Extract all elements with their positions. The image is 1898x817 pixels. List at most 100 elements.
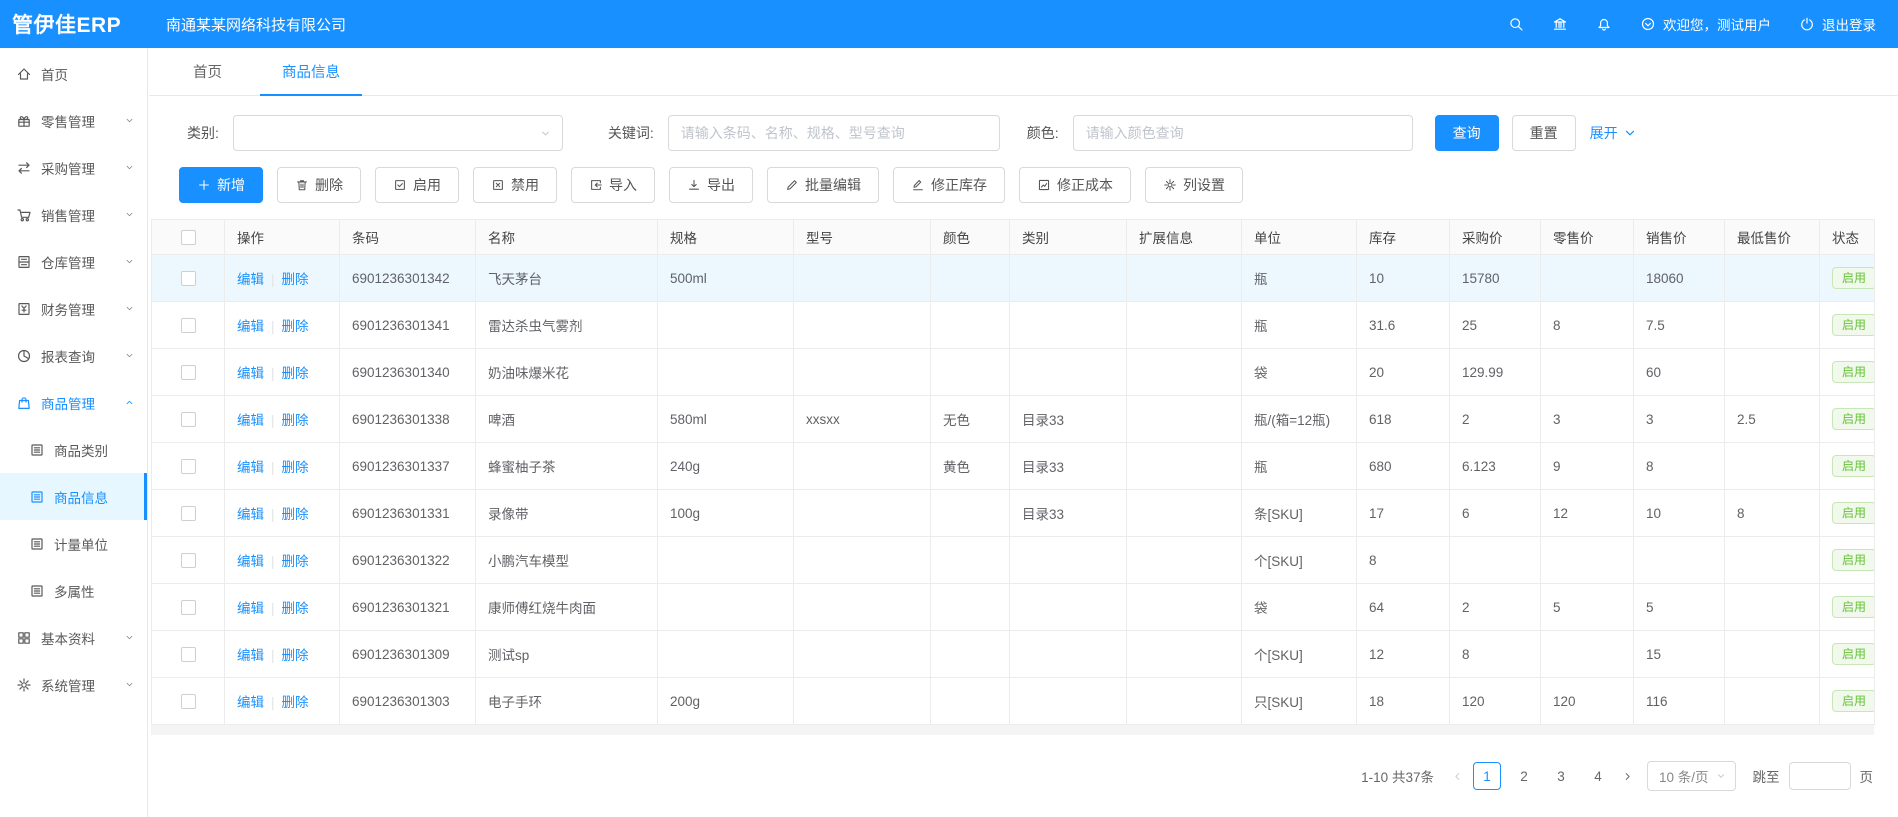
sidebar-item-多属性[interactable]: 多属性 xyxy=(0,567,147,614)
delete-link[interactable]: 删除 xyxy=(282,695,309,710)
sidebar-item-基本资料[interactable]: 基本资料 xyxy=(0,614,147,661)
search-button[interactable]: 查询 xyxy=(1435,115,1499,151)
tab-首页[interactable]: 首页 xyxy=(171,48,244,95)
delete-link[interactable]: 删除 xyxy=(282,460,309,475)
prev-page-button[interactable] xyxy=(1451,770,1464,783)
select-arrow-icon xyxy=(1715,770,1727,782)
page-size-select[interactable]: 10 条/页 xyxy=(1647,761,1736,791)
chevron-down-icon xyxy=(124,115,135,126)
sidebar-item-label: 零售管理 xyxy=(41,111,95,131)
page-number-4[interactable]: 4 xyxy=(1584,762,1612,790)
sidebar-item-label: 商品类别 xyxy=(54,440,108,460)
sidebar-item-商品管理[interactable]: 商品管理 xyxy=(0,379,147,426)
sidebar-item-首页[interactable]: 首页 xyxy=(0,50,147,97)
jump-to-input[interactable] xyxy=(1789,762,1851,790)
edit-link[interactable]: 编辑 xyxy=(237,554,264,569)
row-checkbox[interactable] xyxy=(181,318,196,333)
column-header-名称: 名称 xyxy=(476,220,658,255)
row-checkbox[interactable] xyxy=(181,694,196,709)
edit-link[interactable]: 编辑 xyxy=(237,319,264,334)
keyword-label: 关键词: xyxy=(608,123,654,143)
category-select[interactable] xyxy=(233,115,563,151)
sidebar-item-财务管理[interactable]: 财务管理 xyxy=(0,285,147,332)
chevron-down-icon xyxy=(124,679,135,690)
action-separator: | xyxy=(271,648,275,663)
toolbar-button-导入[interactable]: 导入 xyxy=(571,167,655,203)
cell-unit: 瓶 xyxy=(1242,302,1357,349)
sidebar-item-系统管理[interactable]: 系统管理 xyxy=(0,661,147,708)
toolbar-button-列设置[interactable]: 列设置 xyxy=(1145,167,1243,203)
cell-unit: 瓶 xyxy=(1242,255,1357,302)
toolbar-button-禁用[interactable]: 禁用 xyxy=(473,167,557,203)
sidebar-item-商品类别[interactable]: 商品类别 xyxy=(0,426,147,473)
sidebar-item-采购管理[interactable]: 采购管理 xyxy=(0,144,147,191)
logout-button[interactable]: 退出登录 xyxy=(1799,14,1876,34)
row-checkbox[interactable] xyxy=(181,365,196,380)
cell-category xyxy=(1010,537,1127,584)
row-checkbox[interactable] xyxy=(181,553,196,568)
welcome-user[interactable]: 欢迎您，测试用户 xyxy=(1640,14,1771,34)
delete-link[interactable]: 删除 xyxy=(282,554,309,569)
column-header-采购价: 采购价 xyxy=(1450,220,1541,255)
edit-link[interactable]: 编辑 xyxy=(237,507,264,522)
sidebar-item-计量单位[interactable]: 计量单位 xyxy=(0,520,147,567)
delete-link[interactable]: 删除 xyxy=(282,272,309,287)
delete-link[interactable]: 删除 xyxy=(282,648,309,663)
edit-link[interactable]: 编辑 xyxy=(237,413,264,428)
row-select-cell xyxy=(152,302,225,349)
row-actions-cell: 编辑|删除 xyxy=(225,537,340,584)
edit-link[interactable]: 编辑 xyxy=(237,366,264,381)
sidebar-item-零售管理[interactable]: 零售管理 xyxy=(0,97,147,144)
bell-icon[interactable] xyxy=(1596,16,1612,32)
table-scrollbar-track[interactable] xyxy=(151,725,1874,735)
expand-link[interactable]: 展开 xyxy=(1590,123,1638,143)
toolbar-button-修正库存[interactable]: 修正库存 xyxy=(893,167,1005,203)
row-checkbox[interactable] xyxy=(181,271,196,286)
row-checkbox[interactable] xyxy=(181,459,196,474)
bank-icon[interactable] xyxy=(1552,16,1568,32)
row-checkbox[interactable] xyxy=(181,647,196,662)
page-number-1[interactable]: 1 xyxy=(1473,762,1501,790)
keyword-input[interactable] xyxy=(668,115,1000,151)
sidebar-item-销售管理[interactable]: 销售管理 xyxy=(0,191,147,238)
edit-link[interactable]: 编辑 xyxy=(237,272,264,287)
color-input[interactable] xyxy=(1073,115,1413,151)
toolbar-button-批量编辑[interactable]: 批量编辑 xyxy=(767,167,879,203)
cell-purchase_price: 8 xyxy=(1450,631,1541,678)
sidebar-item-报表查询[interactable]: 报表查询 xyxy=(0,332,147,379)
column-header-扩展信息: 扩展信息 xyxy=(1127,220,1242,255)
cell-status: 启用 xyxy=(1820,302,1875,349)
row-checkbox[interactable] xyxy=(181,506,196,521)
edit-link[interactable]: 编辑 xyxy=(237,648,264,663)
tab-商品信息[interactable]: 商品信息 xyxy=(260,48,362,95)
logout-text: 退出登录 xyxy=(1822,14,1876,34)
edit-link[interactable]: 编辑 xyxy=(237,460,264,475)
toolbar-button-删除[interactable]: 删除 xyxy=(277,167,361,203)
toolbar-button-启用[interactable]: 启用 xyxy=(375,167,459,203)
toolbar-button-导出[interactable]: 导出 xyxy=(669,167,753,203)
page-number-3[interactable]: 3 xyxy=(1547,762,1575,790)
app-logo[interactable]: 管伊佳ERP xyxy=(0,9,148,39)
row-checkbox[interactable] xyxy=(181,600,196,615)
edit-link[interactable]: 编辑 xyxy=(237,601,264,616)
select-all-checkbox[interactable] xyxy=(181,230,196,245)
page-number-2[interactable]: 2 xyxy=(1510,762,1538,790)
row-checkbox[interactable] xyxy=(181,412,196,427)
edit-link[interactable]: 编辑 xyxy=(237,695,264,710)
next-page-button[interactable] xyxy=(1621,770,1634,783)
search-icon[interactable] xyxy=(1508,16,1524,32)
toolbar-button-新增[interactable]: 新增 xyxy=(179,167,263,203)
reset-button[interactable]: 重置 xyxy=(1512,115,1576,151)
toolbar-button-修正成本[interactable]: 修正成本 xyxy=(1019,167,1131,203)
cell-sale_price xyxy=(1634,537,1725,584)
sidebar-item-商品信息[interactable]: 商品信息 xyxy=(0,473,147,520)
delete-link[interactable]: 删除 xyxy=(282,319,309,334)
report-icon xyxy=(16,348,32,364)
cell-category xyxy=(1010,255,1127,302)
delete-link[interactable]: 删除 xyxy=(282,413,309,428)
delete-link[interactable]: 删除 xyxy=(282,366,309,381)
select-all-cell xyxy=(152,220,225,255)
delete-link[interactable]: 删除 xyxy=(282,601,309,616)
sidebar-item-仓库管理[interactable]: 仓库管理 xyxy=(0,238,147,285)
delete-link[interactable]: 删除 xyxy=(282,507,309,522)
